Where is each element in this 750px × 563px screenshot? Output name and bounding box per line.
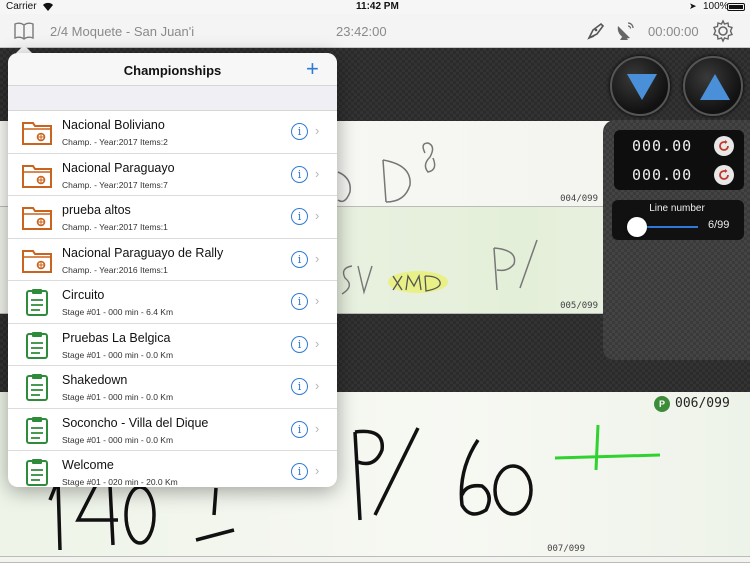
info-icon[interactable]: i — [291, 165, 308, 183]
pen-icon[interactable] — [585, 20, 607, 42]
info-icon[interactable]: i — [291, 123, 308, 140]
info-icon[interactable]: i — [291, 208, 308, 225]
wifi-icon — [43, 2, 53, 12]
line-number: 007/099 — [547, 544, 585, 554]
line-number: 004/099 — [560, 194, 598, 204]
chevron-right-icon: › — [315, 123, 320, 138]
item-subtitle: Stage #01 - 000 min - 0.0 Km — [62, 434, 174, 445]
item-name: Nacional Paraguayo de Rally — [62, 245, 224, 260]
chevron-right-icon: › — [315, 378, 320, 393]
item-name: Nacional Paraguayo — [62, 160, 175, 175]
chevron-right-icon: › — [315, 420, 320, 436]
popover-arrow — [16, 45, 32, 53]
location-icon: ➤ — [689, 1, 697, 11]
nav-bar: 2/4 Moquete - San Juan'i 23:42:00 00:00:… — [0, 14, 750, 48]
slider-value: 6/99 — [708, 219, 730, 231]
clipboard-icon — [22, 416, 52, 444]
reset-icon — [719, 169, 729, 180]
chevron-right-icon: › — [315, 335, 320, 351]
partial-distance-counter[interactable]: 000.00 — [632, 137, 692, 155]
chevron-right-icon: › — [315, 208, 320, 223]
clipboard-icon — [22, 373, 52, 401]
chevron-right-icon: › — [315, 293, 320, 308]
item-subtitle: Champ. - Year:2017 Items:1 — [62, 222, 168, 232]
list-item[interactable]: Circuito Stage #01 - 000 min - 6.4 Km i › — [8, 281, 337, 324]
item-subtitle: Champ. - Year:2017 Items:2 — [62, 137, 168, 147]
item-name: Welcome — [62, 458, 114, 472]
reset-total-button[interactable] — [714, 165, 734, 185]
list-item[interactable]: prueba altos Champ. - Year:2017 Items:1 i › — [8, 196, 337, 239]
list-item[interactable]: Soconcho - Villa del Dique Stage #01 - 00… — [8, 409, 337, 451]
item-subtitle: Stage #01 - 000 min - 0.0 Km — [62, 349, 174, 360]
item-subtitle: Stage #01 - 000 min - 0.0 Km — [62, 392, 174, 402]
list-item[interactable]: Nacional Paraguayo de Rally Champ. - Year… — [8, 239, 337, 281]
reset-icon — [719, 140, 729, 151]
arrow-down-icon — [627, 74, 657, 100]
info-icon[interactable]: i — [291, 335, 308, 353]
roadbook-row[interactable] — [0, 557, 750, 563]
status-time: 11:42 PM — [356, 1, 399, 12]
satellite-dish-icon[interactable] — [614, 20, 636, 42]
item-subtitle: Stage #01 - 000 min - 6.4 Km — [62, 307, 174, 317]
battery-icon — [727, 3, 745, 11]
item-name: Pruebas La Belgica — [62, 330, 171, 345]
total-distance-counter[interactable]: 000.00 — [632, 166, 692, 184]
next-line-button[interactable] — [683, 56, 743, 116]
clipboard-icon — [22, 458, 52, 486]
folder-icon — [22, 161, 52, 189]
info-icon[interactable]: i — [291, 250, 308, 268]
list-item[interactable]: Welcome Stage #01 - 020 min - 20.0 Km i › — [8, 451, 337, 487]
slider-thumb[interactable] — [626, 217, 647, 237]
book-icon[interactable] — [13, 21, 35, 41]
add-championship-button[interactable]: + — [306, 58, 319, 80]
info-icon[interactable]: i — [291, 378, 308, 395]
item-name: Soconcho - Villa del Dique — [62, 415, 209, 430]
info-icon[interactable]: i — [291, 293, 308, 310]
item-name: Nacional Boliviano — [62, 118, 165, 132]
item-name: Shakedown — [62, 373, 128, 387]
item-subtitle: Stage #01 - 020 min - 20.0 Km — [62, 477, 178, 487]
status-bar: Carrier 11:42 PM ➤ 100% — [0, 0, 750, 14]
clipboard-icon — [22, 288, 52, 316]
clipboard-icon — [22, 331, 52, 359]
popover-title: Championships — [123, 63, 222, 78]
list-section-gap — [8, 86, 337, 111]
item-subtitle: Champ. - Year:2017 Items:7 — [62, 179, 168, 190]
battery-percent: 100% — [703, 1, 729, 12]
popover-header: Championships + — [8, 53, 337, 86]
championship-list: Nacional Boliviano Champ. - Year:2017 Ite… — [8, 111, 337, 487]
reset-partial-button[interactable] — [714, 136, 734, 156]
info-icon[interactable]: i — [291, 420, 308, 438]
clock-display: 23:42:00 — [336, 24, 387, 39]
roadbook-title: 2/4 Moquete - San Juan'i — [50, 24, 195, 39]
folder-icon — [22, 246, 52, 274]
item-subtitle: Champ. - Year:2016 Items:1 — [62, 264, 168, 275]
championships-popover: Championships + Nacional Boliviano Champ.… — [8, 53, 337, 487]
chevron-right-icon: › — [315, 463, 320, 478]
slider-label: Line number — [649, 203, 705, 214]
current-line-number: 006/099 — [675, 396, 730, 411]
carrier-label: Carrier — [6, 1, 37, 12]
arrow-up-icon — [700, 74, 730, 100]
chevron-right-icon: › — [315, 165, 320, 181]
line-number: 005/099 — [560, 301, 598, 311]
list-item[interactable]: Nacional Boliviano Champ. - Year:2017 Ite… — [8, 111, 337, 154]
list-item[interactable]: Nacional Paraguayo Champ. - Year:2017 Ite… — [8, 154, 337, 196]
chevron-right-icon: › — [315, 250, 320, 266]
info-icon[interactable]: i — [291, 463, 308, 480]
item-name: prueba altos — [62, 203, 131, 217]
folder-icon — [22, 118, 52, 146]
list-item[interactable]: Shakedown Stage #01 - 000 min - 0.0 Km i › — [8, 366, 337, 409]
parking-badge-icon: P — [654, 396, 670, 412]
folder-icon — [22, 203, 52, 231]
stage-timer: 00:00:00 — [648, 24, 699, 39]
previous-line-button[interactable] — [610, 56, 670, 116]
list-item[interactable]: Pruebas La Belgica Stage #01 - 000 min - … — [8, 324, 337, 366]
gear-icon[interactable] — [711, 19, 735, 43]
item-name: Circuito — [62, 288, 105, 302]
